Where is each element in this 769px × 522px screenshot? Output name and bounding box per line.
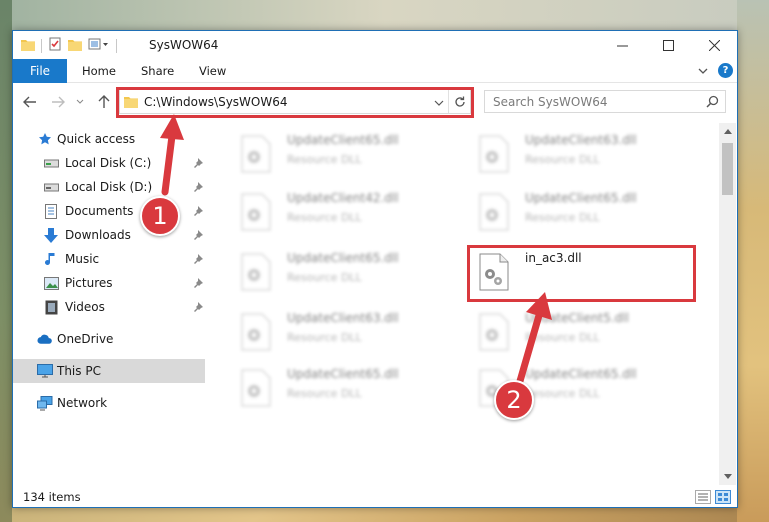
annotation-arrows: [160, 114, 552, 392]
arrow-1: [160, 114, 184, 196]
callout-1: 1: [140, 196, 180, 236]
callout-2: 2: [494, 380, 534, 420]
arrow-2: [514, 292, 552, 392]
